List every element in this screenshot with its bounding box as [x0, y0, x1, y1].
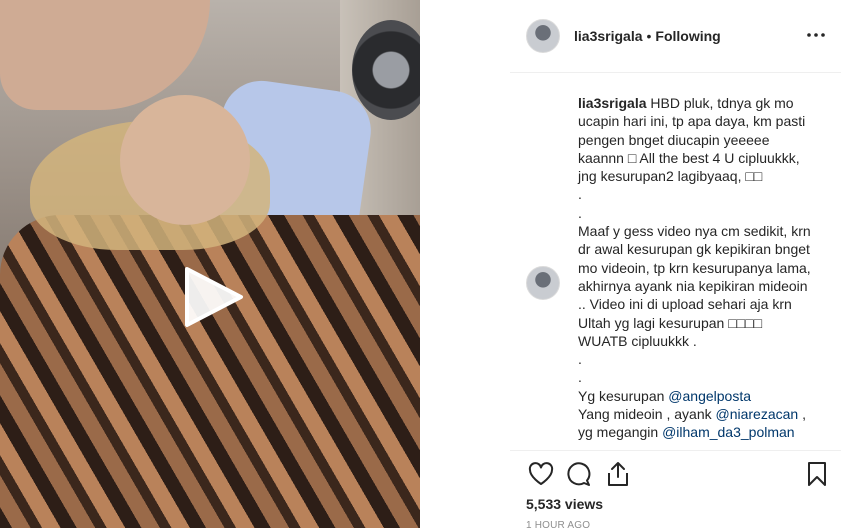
caption-line: lia3srigala HBD pluk, tdnya gk mo — [578, 94, 828, 112]
caption-line-text: HBD pluk, tdnya gk mo — [650, 95, 794, 111]
following-button[interactable]: Following — [655, 28, 720, 44]
header-separator: • — [646, 28, 652, 44]
video-person-shirt — [0, 215, 420, 528]
mention-link[interactable]: @niarezacan — [716, 406, 799, 422]
post-timestamp[interactable]: 1 HOUR AGO — [526, 520, 590, 531]
post-panel: lia3srigala • Following lia3srigala HBD … — [420, 0, 841, 531]
mention-link[interactable]: @ilham_da3_polman — [662, 424, 795, 440]
credit-label: yg megangin — [578, 424, 659, 441]
ellipsis-icon — [807, 33, 825, 37]
caption-line: .. Video ini di upload sehari aja krn — [578, 296, 792, 313]
caption-text: lia3srigala HBD pluk, tdnya gk mo ucapin… — [578, 94, 828, 442]
caption-username[interactable]: lia3srigala — [578, 95, 647, 111]
caption-line: jng kesurupan2 lagibyaaq, □□ — [578, 168, 763, 185]
comment-icon — [567, 462, 591, 486]
author-username[interactable]: lia3srigala — [574, 28, 643, 44]
video-arm — [0, 0, 210, 110]
save-button[interactable] — [802, 459, 832, 489]
caption-line: dr awal kesurupan gk kepikiran bnget — [578, 241, 810, 258]
bookmark-icon — [808, 462, 826, 486]
caption-line: . — [578, 186, 582, 203]
play-button[interactable] — [181, 265, 245, 329]
post-video[interactable] — [0, 0, 420, 528]
caption-line: Maaf y gess video nya cm sedikit, krn — [578, 223, 811, 240]
caption-line: Ultah yg lagi kesurupan □□□□ — [578, 314, 763, 331]
post-footer: 5,533 views 1 HOUR AGO — [510, 450, 841, 531]
caption-line: mo videoin, tp krn kesurupanya lama, — [578, 259, 811, 276]
play-icon — [185, 267, 243, 327]
heart-icon — [528, 462, 554, 485]
caption-line: pengen bnget diucapin yeeeee — [578, 131, 770, 148]
more-options-button[interactable] — [805, 24, 827, 46]
caption-section: lia3srigala HBD pluk, tdnya gk mo ucapin… — [510, 73, 841, 450]
caption-line: WUATB cipluukkk . — [578, 332, 697, 349]
caption-credit-line: yg megangin @ilham_da3_polman — [578, 423, 828, 441]
credit-label: Yang mideoin , ayank — [578, 406, 712, 423]
post-header: lia3srigala • Following — [510, 0, 841, 73]
credit-suffix: , — [802, 406, 806, 423]
caption-line: . — [578, 204, 582, 221]
like-button[interactable] — [526, 459, 556, 489]
caption-credit-line: Yg kesurupan @angelposta — [578, 387, 828, 405]
caption-line: . — [578, 351, 582, 368]
view-count[interactable]: 5,533 views — [526, 496, 603, 512]
caption-avatar[interactable] — [526, 266, 560, 300]
share-icon — [608, 462, 628, 486]
action-bar — [526, 459, 826, 489]
caption-line: ucapin hari ini, tp apa daya, km pasti — [578, 113, 806, 130]
caption-line: . — [578, 369, 582, 386]
credit-label: Yg kesurupan — [578, 387, 665, 404]
caption-credit-line: Yang mideoin , ayank @niarezacan , — [578, 405, 828, 423]
mention-link[interactable]: @angelposta — [668, 388, 751, 404]
share-button[interactable] — [603, 459, 633, 489]
caption-line: kaannn □ All the best 4 U cipluukkk, — [578, 149, 800, 166]
comment-button[interactable] — [563, 459, 593, 489]
caption-line: akhirnya ayank nia kepikiran mideoin — [578, 277, 808, 294]
video-person-face — [120, 95, 250, 225]
author-avatar[interactable] — [526, 19, 560, 53]
